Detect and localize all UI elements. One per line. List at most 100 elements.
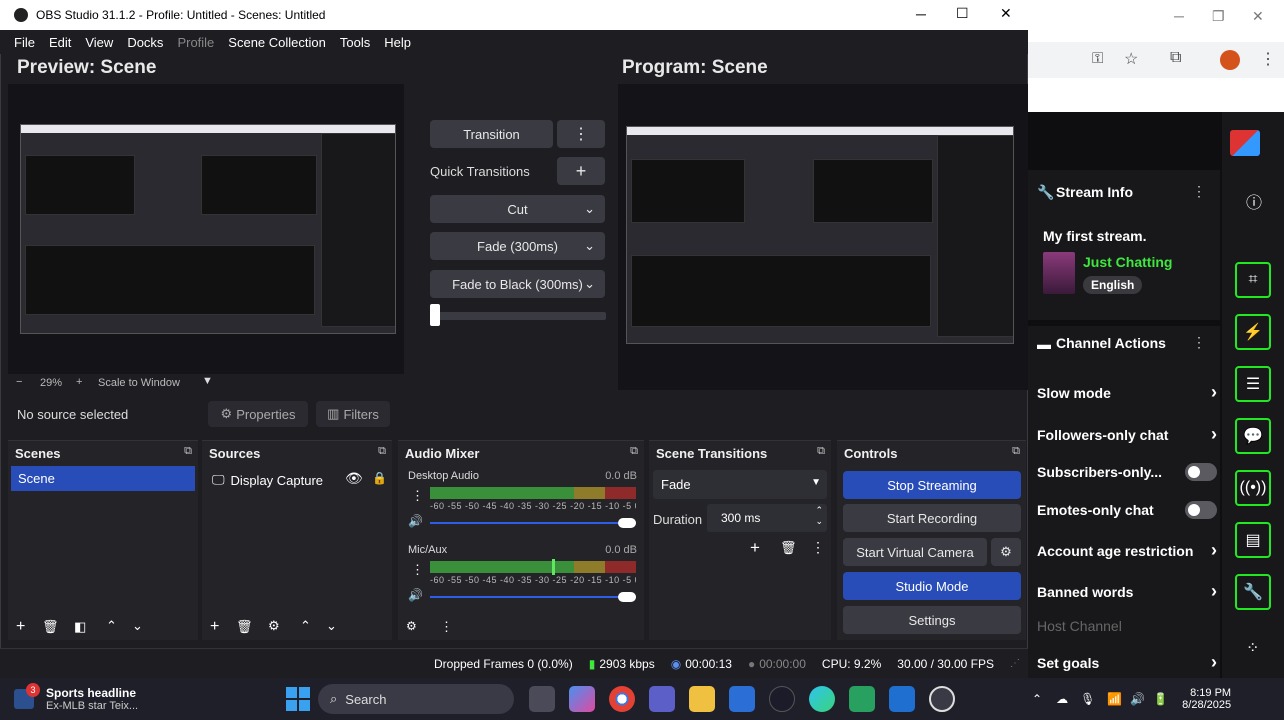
lightning-icon[interactable]: ⚡ [1235, 314, 1271, 350]
menu-profile[interactable]: Profile [177, 35, 214, 50]
wrench-tool-icon[interactable]: 🔧 [1235, 574, 1271, 610]
info-icon[interactable]: ⓘ [1246, 189, 1262, 213]
menu-scene-collection[interactable]: Scene Collection [228, 35, 326, 50]
teams-icon[interactable] [649, 686, 675, 712]
hp-icon[interactable] [769, 686, 795, 712]
properties-button[interactable]: ⚙ Properties [208, 401, 308, 427]
onedrive-icon[interactable]: ☁ [1056, 692, 1068, 706]
browser-menu-icon[interactable]: ⋮ [1260, 49, 1276, 69]
mic-aux-volume-slider[interactable] [430, 596, 636, 598]
remove-transition-icon[interactable]: 🗑 [780, 540, 797, 556]
transition-select[interactable]: Fade ▼ [653, 470, 827, 499]
stepper-up-icon[interactable]: ⌃ [815, 505, 823, 516]
transition-button[interactable]: Transition [430, 120, 553, 148]
store-icon[interactable] [729, 686, 755, 712]
clip-icon[interactable]: ⌗ [1235, 262, 1271, 298]
advanced-audio-icon[interactable]: ⚙ [406, 619, 417, 633]
action-emotes-only[interactable]: Emotes-only chat [1037, 501, 1217, 519]
scale-mode[interactable]: Scale to Window [98, 377, 180, 389]
action-banned-words[interactable]: Banned words › [1037, 581, 1217, 602]
settings-button[interactable]: Settings [843, 606, 1021, 634]
mic-aux-menu-icon[interactable]: ⋮ [411, 562, 424, 578]
stepper-down-icon[interactable]: ⌄ [815, 516, 823, 527]
source-item[interactable]: 🖵 Display Capture 👁 🔒 [205, 468, 389, 492]
menu-edit[interactable]: Edit [49, 35, 71, 50]
channel-actions-menu-icon[interactable]: ⋮ [1192, 334, 1206, 351]
action-subscribers-only[interactable]: Subscribers-only... [1037, 463, 1217, 481]
quick-transition-fade-black[interactable]: Fade to Black (300ms) ⌄ [430, 270, 605, 298]
news-widget-icon[interactable]: 3 [14, 683, 40, 709]
add-source-icon[interactable]: + [210, 618, 219, 636]
browser-minimize-icon[interactable]: ─ [1174, 8, 1184, 24]
taskbar-search[interactable]: ⌕ Search [318, 684, 514, 714]
add-transition-icon[interactable]: + [750, 538, 760, 558]
desktop-audio-menu-icon[interactable]: ⋮ [411, 488, 424, 504]
menu-view[interactable]: View [85, 35, 113, 50]
studio-mode-button[interactable]: Studio Mode [843, 572, 1021, 600]
action-followers-only[interactable]: Followers-only chat › [1037, 424, 1217, 445]
minimize-icon[interactable]: ─ [916, 6, 926, 22]
remove-scene-icon[interactable]: 🗑 [42, 619, 59, 635]
emotes-only-toggle[interactable] [1185, 501, 1217, 519]
filters-button[interactable]: ▥ Filters [316, 401, 390, 427]
add-scene-icon[interactable]: + [16, 618, 25, 636]
menu-help[interactable]: Help [384, 35, 411, 50]
undock-icon[interactable]: ⧉ [817, 445, 825, 458]
chrome-icon[interactable] [609, 686, 635, 712]
action-account-age[interactable]: Account age restriction › [1037, 540, 1217, 561]
undock-icon[interactable]: ⧉ [1012, 445, 1020, 458]
extensions-icon[interactable]: ⧉ [1170, 49, 1181, 67]
category-name[interactable]: Just Chatting [1083, 254, 1172, 270]
action-set-goals[interactable]: Set goals › [1037, 652, 1217, 673]
profile-avatar[interactable] [1220, 50, 1240, 70]
speaker-icon[interactable]: 🔊 [408, 514, 423, 528]
mixer-menu-icon[interactable]: ⋮ [440, 619, 453, 635]
resize-grip-icon[interactable]: ⋰ [1010, 658, 1020, 669]
transition-menu-icon[interactable]: ⋮ [557, 120, 605, 148]
tbar-handle[interactable] [430, 304, 440, 326]
notes-icon[interactable]: ☰ [1235, 366, 1271, 402]
star-icon[interactable]: ☆ [1124, 49, 1138, 69]
browser-restore-icon[interactable]: ❐ [1212, 8, 1225, 25]
menu-file[interactable]: File [14, 35, 35, 50]
layout-icon[interactable]: ▤ [1235, 522, 1271, 558]
browser-close-icon[interactable]: ✕ [1252, 8, 1264, 25]
file-explorer-icon[interactable] [689, 686, 715, 712]
move-up-icon[interactable]: ⌃ [106, 618, 117, 634]
start-recording-button[interactable]: Start Recording [843, 504, 1021, 532]
vpn-icon[interactable] [849, 686, 875, 712]
scene-filters-icon[interactable]: ◧ [74, 619, 86, 635]
quick-transition-fade[interactable]: Fade (300ms) ⌄ [430, 232, 605, 260]
wifi-icon[interactable]: 📶 [1107, 692, 1122, 706]
copilot-icon[interactable] [569, 686, 595, 712]
stream-info-menu-icon[interactable]: ⋮ [1192, 183, 1206, 200]
undock-icon[interactable]: ⧉ [378, 445, 386, 458]
mic-icon[interactable]: 🎙 [1080, 692, 1095, 706]
remove-source-icon[interactable]: 🗑 [236, 619, 253, 635]
outlook-icon[interactable] [889, 686, 915, 712]
battery-icon[interactable]: 🔋 [1153, 692, 1168, 706]
eye-icon[interactable]: 👁 [345, 470, 363, 487]
subscribers-only-toggle[interactable] [1185, 463, 1217, 481]
close-icon[interactable]: ✕ [1000, 5, 1012, 22]
tray-chevron-icon[interactable]: ⌃ [1032, 692, 1042, 706]
zoom-in-button[interactable]: + [76, 376, 82, 388]
menu-tools[interactable]: Tools [340, 35, 370, 50]
scale-dropdown-icon[interactable]: ▼ [202, 375, 213, 387]
start-icon[interactable] [286, 687, 310, 711]
duration-input[interactable]: 300 ms ⌃ ⌄ [707, 504, 827, 532]
broadcast-icon[interactable]: ((•)) [1235, 470, 1271, 506]
move-down-icon[interactable]: ⌄ [132, 618, 143, 634]
scene-item[interactable]: Scene [11, 466, 195, 491]
menu-docks[interactable]: Docks [127, 35, 163, 50]
virtual-camera-settings-icon[interactable]: ⚙ [991, 538, 1021, 566]
move-down-icon[interactable]: ⌄ [326, 618, 337, 634]
lock-icon[interactable]: 🔒 [372, 471, 387, 485]
key-icon[interactable]: ⚿ [1092, 50, 1103, 67]
zoom-out-button[interactable]: − [16, 376, 22, 388]
more-actions-icon[interactable]: ⁘ [1246, 638, 1259, 658]
undock-icon[interactable]: ⧉ [184, 445, 192, 458]
desktop-audio-volume-slider[interactable] [430, 522, 636, 524]
source-properties-icon[interactable]: ⚙ [268, 618, 280, 634]
news-widget[interactable]: Sports headline Ex-MLB star Teix... [46, 686, 266, 712]
